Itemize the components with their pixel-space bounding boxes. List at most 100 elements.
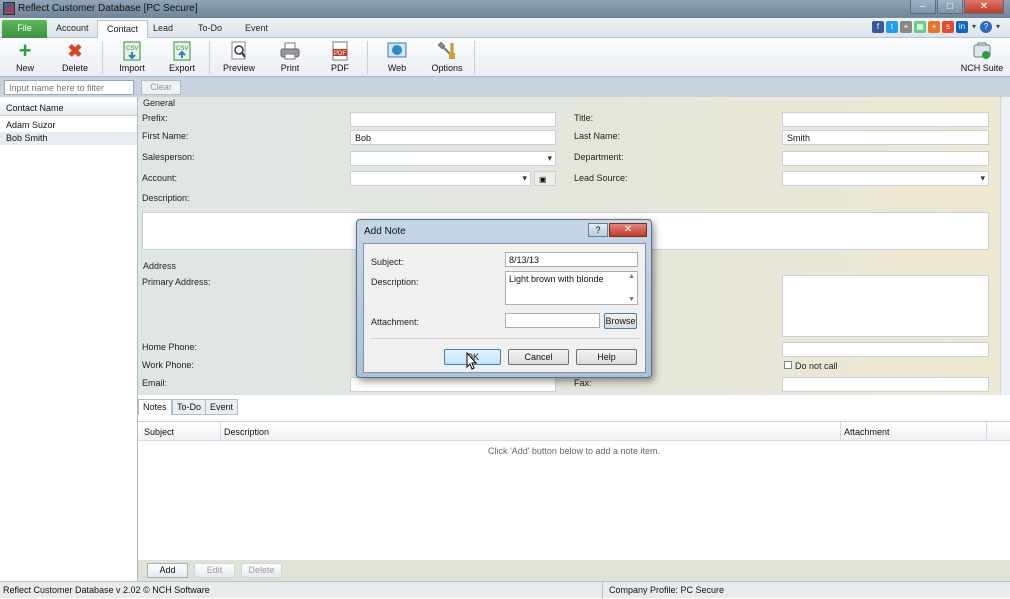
close-icon: ✕ bbox=[623, 224, 633, 235]
scroll-down-icon[interactable]: ▼ bbox=[628, 296, 635, 303]
tab-lead[interactable]: Lead bbox=[144, 20, 182, 38]
options-button[interactable]: Options bbox=[423, 41, 471, 75]
stumble-icon[interactable]: s bbox=[942, 21, 954, 33]
tab-notes[interactable]: Notes bbox=[138, 399, 172, 415]
attachment-field[interactable] bbox=[505, 313, 600, 328]
linkedin-icon[interactable]: in bbox=[956, 21, 968, 33]
delete-note-button[interactable]: Delete bbox=[241, 563, 282, 578]
tab-file[interactable]: File bbox=[2, 20, 47, 38]
chevron-down-icon[interactable]: ▾ bbox=[994, 21, 1002, 33]
grid-icon[interactable]: ▦ bbox=[914, 21, 926, 33]
contact-name-header[interactable]: Contact Name bbox=[0, 99, 137, 116]
chevron-down-icon[interactable]: ▾ bbox=[970, 21, 978, 33]
description-textarea[interactable]: Light brown with blonde ▲ ▼ bbox=[505, 271, 638, 305]
account-label: Account: bbox=[142, 173, 178, 183]
magnifier-icon bbox=[229, 41, 249, 61]
printer-icon bbox=[280, 41, 300, 61]
department-field[interactable] bbox=[782, 151, 989, 166]
app-icon bbox=[3, 2, 15, 15]
list-item[interactable]: Adam Suzor bbox=[0, 119, 137, 132]
cancel-button[interactable]: Cancel bbox=[508, 349, 569, 365]
window-titlebar: Reflect Customer Database [PC Secure] – … bbox=[0, 0, 1010, 18]
x-icon: ✖ bbox=[67, 40, 83, 61]
status-version: Reflect Customer Database v 2.02 © NCH S… bbox=[3, 585, 210, 595]
tools-icon bbox=[437, 41, 457, 61]
attachment-column-header[interactable]: Attachment bbox=[844, 427, 890, 437]
first-name-field[interactable]: Bob bbox=[350, 130, 556, 145]
description-label: Description: bbox=[371, 277, 419, 287]
lead-source-label: Lead Source: bbox=[574, 173, 628, 183]
title-field[interactable] bbox=[782, 112, 989, 127]
department-label: Department: bbox=[574, 152, 624, 162]
contact-list-pane: Contact Name Adam Suzor Bob Smith bbox=[0, 97, 138, 581]
account-lookup-button[interactable]: ▣ bbox=[534, 171, 556, 186]
mobile-phone-field[interactable] bbox=[782, 342, 989, 357]
home-phone-label: Home Phone: bbox=[142, 342, 198, 352]
first-name-label: First Name: bbox=[142, 131, 189, 141]
edit-note-button[interactable]: Edit bbox=[194, 563, 235, 578]
lead-source-select[interactable] bbox=[782, 171, 989, 186]
tab-account[interactable]: Account bbox=[47, 20, 98, 38]
dialog-title: Add Note bbox=[364, 226, 406, 237]
last-name-label: Last Name: bbox=[574, 131, 621, 141]
twitter-icon[interactable]: t bbox=[886, 21, 898, 33]
help-icon[interactable]: ? bbox=[980, 21, 992, 33]
facebook-icon[interactable]: f bbox=[872, 21, 884, 33]
tab-event[interactable]: Event bbox=[236, 20, 277, 38]
clear-filter-button[interactable]: Clear bbox=[141, 80, 181, 95]
nch-suite-icon bbox=[972, 41, 992, 61]
prefix-field[interactable] bbox=[350, 112, 556, 127]
share-icon[interactable]: + bbox=[900, 21, 912, 33]
subject-label: Subject: bbox=[371, 257, 404, 267]
fax-field[interactable] bbox=[782, 377, 989, 392]
ribbon-tabs: File Account Contact Lead To-Do Event f … bbox=[0, 18, 1010, 38]
description-column-header[interactable]: Description bbox=[224, 427, 269, 437]
dialog-help-button[interactable]: ? bbox=[588, 223, 608, 237]
description-label: Description: bbox=[142, 193, 190, 203]
prefix-label: Prefix: bbox=[142, 113, 168, 123]
addthis-icon[interactable]: + bbox=[928, 21, 940, 33]
delete-button[interactable]: ✖ Delete bbox=[51, 41, 99, 75]
window-title: Reflect Customer Database [PC Secure] bbox=[18, 3, 198, 14]
status-bar: Reflect Customer Database v 2.02 © NCH S… bbox=[0, 581, 1010, 599]
tab-todo[interactable]: To-Do bbox=[189, 20, 231, 38]
detail-tabs: Notes To-Do Event bbox=[138, 399, 1010, 415]
subject-column-header[interactable]: Subject bbox=[144, 427, 174, 437]
last-name-field[interactable]: Smith bbox=[782, 130, 989, 145]
title-label: Title: bbox=[574, 113, 594, 123]
browse-button[interactable]: Browse bbox=[604, 313, 637, 329]
question-icon: ? bbox=[595, 225, 601, 235]
scroll-up-icon[interactable]: ▲ bbox=[628, 273, 635, 280]
maximize-button[interactable]: □ bbox=[937, 0, 963, 14]
svg-text:CSV: CSV bbox=[126, 46, 138, 52]
close-window-button[interactable]: ✕ bbox=[964, 0, 1004, 14]
print-button[interactable]: Print bbox=[266, 41, 314, 75]
web-button[interactable]: Web bbox=[373, 41, 421, 75]
minimize-button[interactable]: – bbox=[910, 0, 936, 14]
secondary-address-textarea[interactable] bbox=[782, 275, 989, 337]
add-note-button[interactable]: Add bbox=[147, 563, 188, 578]
tab-contact[interactable]: Contact bbox=[97, 20, 149, 38]
subject-field[interactable]: 8/13/13 bbox=[505, 252, 638, 267]
pdf-icon: PDF bbox=[330, 41, 350, 61]
new-button[interactable]: + New bbox=[1, 38, 49, 75]
csv-import-icon: CSV bbox=[122, 41, 142, 61]
tab-event-list[interactable]: Event bbox=[205, 399, 239, 415]
preview-button[interactable]: Preview bbox=[215, 41, 263, 75]
do-not-call-checkbox[interactable] bbox=[784, 361, 792, 369]
salesperson-select[interactable] bbox=[350, 151, 556, 166]
pdf-button[interactable]: PDF PDF bbox=[316, 41, 364, 75]
export-button[interactable]: CSV Export bbox=[158, 41, 206, 75]
form-scrollbar[interactable] bbox=[1000, 97, 1010, 395]
help-button[interactable]: Help bbox=[576, 349, 637, 365]
import-button[interactable]: CSV Import bbox=[108, 41, 156, 75]
account-select[interactable] bbox=[350, 171, 531, 186]
notes-actions: Add Edit Delete bbox=[138, 560, 1010, 581]
dialog-close-button[interactable]: ✕ bbox=[609, 223, 647, 237]
contact-filter-input[interactable] bbox=[4, 80, 134, 95]
email-field[interactable] bbox=[350, 377, 556, 392]
address-group-label: Address bbox=[143, 261, 177, 271]
nch-suite-button[interactable]: NCH Suite bbox=[958, 41, 1006, 75]
list-item[interactable]: Bob Smith bbox=[0, 132, 137, 145]
tab-todo-list[interactable]: To-Do bbox=[172, 399, 207, 415]
